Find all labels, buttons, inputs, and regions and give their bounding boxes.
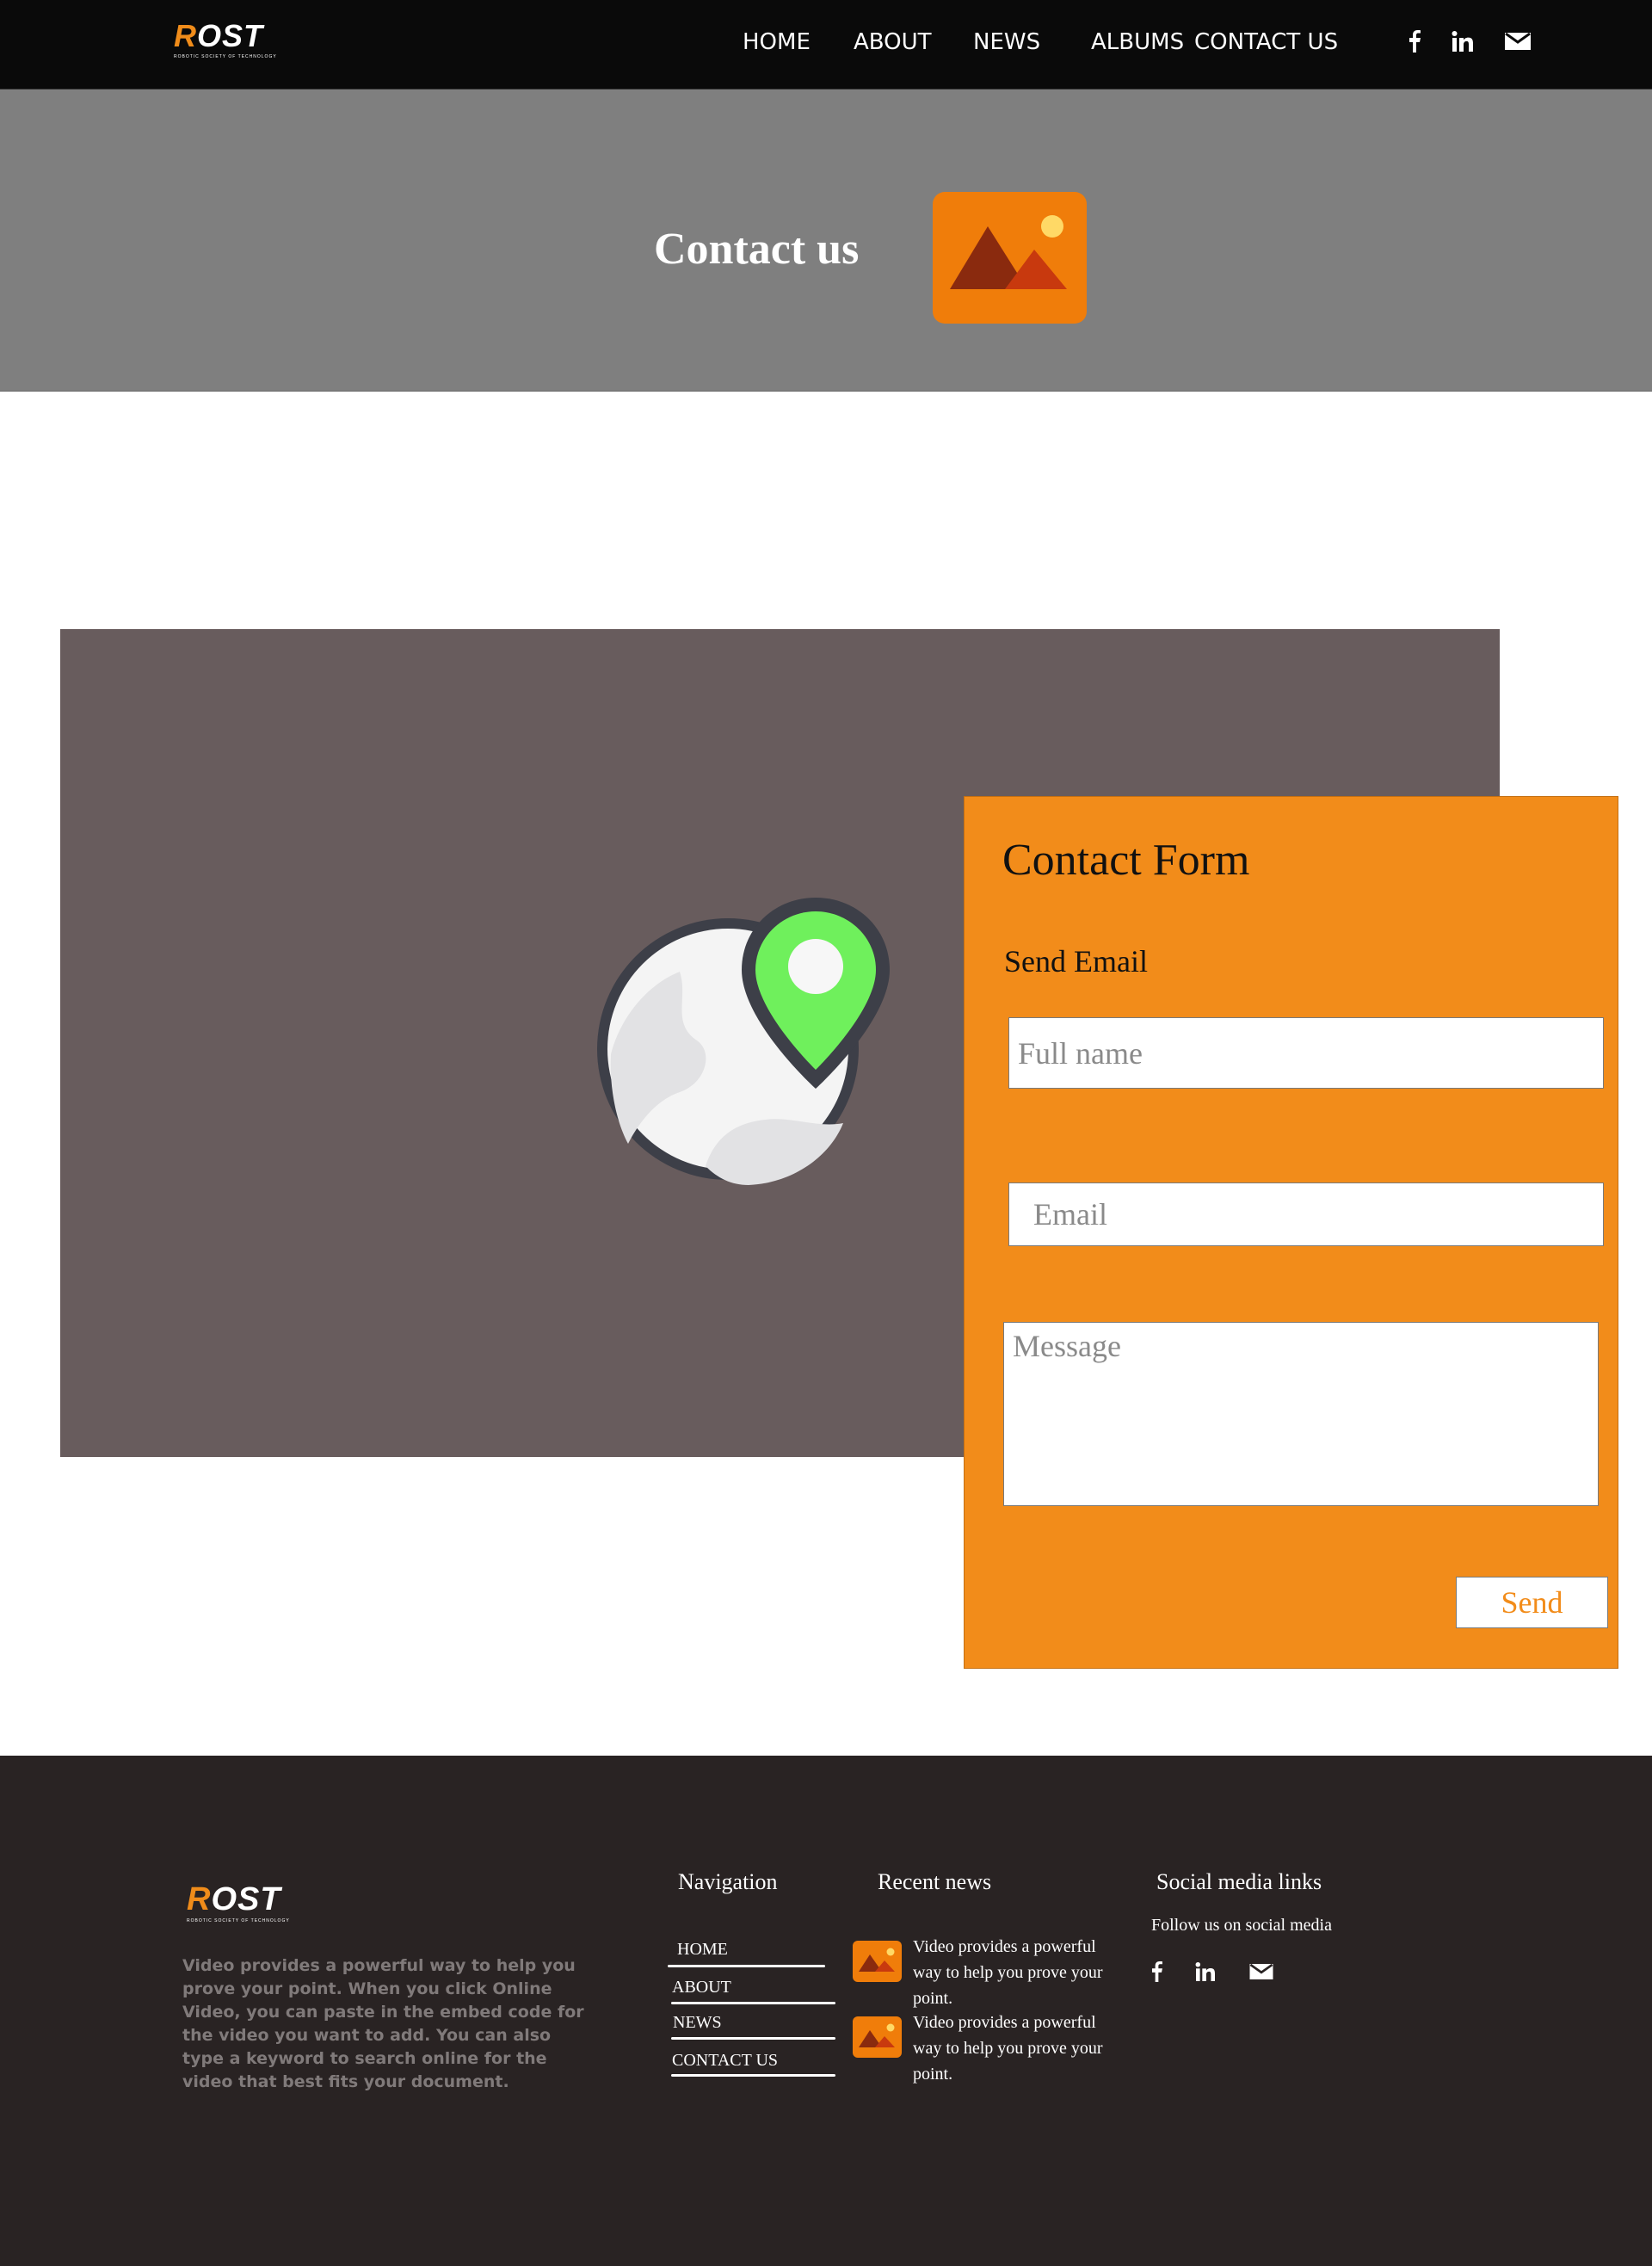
- footer-logo[interactable]: ROST ROBOTIC SOCIETY OF TECHNOLOGY: [187, 1883, 290, 1923]
- logo-subtitle: ROBOTIC SOCIETY OF TECHNOLOGY: [174, 54, 277, 59]
- footer-link-divider: [671, 2037, 835, 2040]
- message-textarea[interactable]: [1003, 1322, 1599, 1506]
- footer-navigation-heading: Navigation: [678, 1869, 778, 1894]
- image-placeholder-icon: [933, 192, 1087, 324]
- nav-news[interactable]: NEWS: [973, 29, 1040, 55]
- nav-contact-us[interactable]: CONTACT US: [1194, 29, 1338, 55]
- page-title: Contact us: [654, 225, 860, 274]
- footer-recent-news-heading: Recent news: [878, 1869, 992, 1894]
- footer-link-divider: [671, 2002, 835, 2004]
- news-thumbnail-icon[interactable]: [853, 2016, 902, 2058]
- nav-home[interactable]: HOME: [743, 29, 811, 55]
- globe-location-pin-icon: [585, 882, 895, 1192]
- footer-link-divider: [671, 2074, 835, 2077]
- footer-logo-text: ROST: [187, 1881, 281, 1917]
- facebook-icon[interactable]: [1397, 26, 1432, 57]
- logo-text: ROST: [174, 18, 264, 53]
- nav-about[interactable]: ABOUT: [854, 29, 932, 55]
- linkedin-icon[interactable]: [1446, 26, 1480, 57]
- email-input[interactable]: [1008, 1182, 1604, 1246]
- footer-logo-subtitle: ROBOTIC SOCIETY OF TECHNOLOGY: [187, 1918, 290, 1923]
- footer-social-text: Follow us on social media: [1151, 1916, 1332, 1935]
- site-header: ROST ROBOTIC SOCIETY OF TECHNOLOGY HOME …: [0, 0, 1652, 90]
- send-button[interactable]: Send: [1456, 1577, 1608, 1628]
- mail-icon[interactable]: [1246, 1957, 1277, 1986]
- footer-link-about[interactable]: ABOUT: [672, 1978, 731, 1997]
- header-logo[interactable]: ROST ROBOTIC SOCIETY OF TECHNOLOGY: [174, 21, 277, 59]
- footer-link-contact-us[interactable]: CONTACT US: [672, 2051, 778, 2071]
- footer-description: Video provides a powerful way to help yo…: [182, 1956, 584, 2091]
- contact-form-title: Contact Form: [1002, 836, 1250, 885]
- full-name-input[interactable]: [1008, 1017, 1604, 1089]
- contact-form-subtitle: Send Email: [1004, 944, 1148, 979]
- linkedin-icon[interactable]: [1190, 1957, 1221, 1986]
- footer-social-heading: Social media links: [1156, 1869, 1322, 1894]
- footer-link-divider: [668, 1965, 825, 1967]
- news-item-text[interactable]: Video provides a powerful way to help yo…: [913, 1934, 1111, 2011]
- nav-albums[interactable]: ALBUMS: [1091, 29, 1184, 55]
- news-thumbnail-icon[interactable]: [853, 1941, 902, 1982]
- facebook-icon[interactable]: [1141, 1957, 1172, 1986]
- footer-link-news[interactable]: NEWS: [673, 2013, 722, 2033]
- news-item-text[interactable]: Video provides a powerful way to help yo…: [913, 2010, 1111, 2087]
- mail-icon[interactable]: [1501, 26, 1535, 57]
- footer-link-home[interactable]: HOME: [677, 1940, 728, 1960]
